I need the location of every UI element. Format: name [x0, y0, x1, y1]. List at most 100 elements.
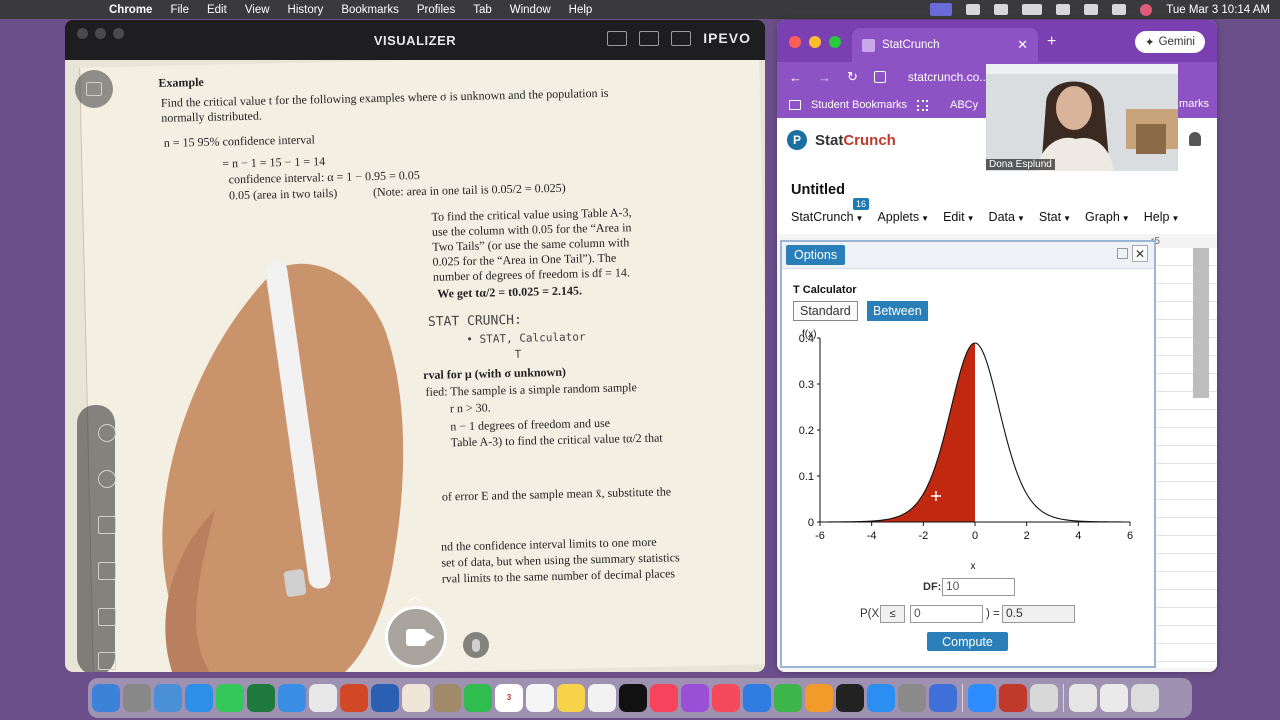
menu-profiles[interactable]: Profiles	[408, 4, 464, 16]
zoom-window-icon[interactable]	[113, 28, 124, 39]
photos-icon[interactable]	[402, 684, 430, 712]
excel-icon[interactable]	[247, 684, 275, 712]
address-bar[interactable]: statcrunch.co...	[908, 70, 989, 84]
menu-history[interactable]: History	[279, 4, 333, 16]
record-video-button[interactable]	[385, 606, 447, 668]
screen-share-icon[interactable]	[930, 3, 953, 16]
zoom-icon[interactable]	[91, 417, 123, 449]
menu-data[interactable]: Data ▼	[989, 210, 1025, 224]
trash-icon[interactable]	[1131, 684, 1159, 712]
news-icon[interactable]	[712, 684, 740, 712]
rotate-icon[interactable]	[91, 463, 123, 495]
app-store-icon[interactable]	[867, 684, 895, 712]
perspective-icon[interactable]	[91, 509, 123, 541]
inequality-select[interactable]: ≤	[880, 605, 905, 623]
siri-icon[interactable]	[1140, 3, 1153, 16]
menu-edit[interactable]: Edit	[198, 4, 236, 16]
menu-bookmarks[interactable]: Bookmarks	[332, 4, 408, 16]
menu-view[interactable]: View	[236, 4, 279, 16]
menu-file[interactable]: File	[161, 4, 198, 16]
all-bookmarks[interactable]: marks	[1179, 98, 1209, 110]
probability-result[interactable]: 0.5	[1002, 605, 1075, 623]
battery-icon[interactable]	[1022, 4, 1043, 15]
apps-grid-icon[interactable]	[917, 99, 928, 111]
visualizer-menu-button[interactable]	[75, 70, 113, 108]
chevron-up-icon[interactable]: ︿	[395, 586, 435, 606]
add-window-icon[interactable]	[639, 30, 660, 46]
zoom-icon[interactable]	[968, 684, 996, 712]
site-info-icon[interactable]	[873, 71, 886, 83]
launchpad-icon[interactable]	[123, 684, 151, 712]
tab-between[interactable]: Between	[867, 301, 928, 321]
app-icon[interactable]	[154, 684, 182, 712]
chrome-icon[interactable]	[309, 684, 337, 712]
safari-icon[interactable]	[185, 684, 213, 712]
keynote-icon[interactable]	[743, 684, 771, 712]
df-input[interactable]: 10	[942, 578, 1015, 596]
wifi-icon[interactable]	[1056, 4, 1071, 15]
facetime-icon[interactable]	[464, 684, 492, 712]
preview-icon[interactable]	[1030, 684, 1058, 712]
menu-stat[interactable]: Stat ▼	[1039, 210, 1071, 224]
bookmark-abcy[interactable]: ABCy	[950, 99, 978, 111]
downloads-icon[interactable]	[1069, 684, 1097, 712]
forward-icon[interactable]: →	[818, 70, 831, 85]
word-icon[interactable]	[371, 684, 399, 712]
reload-icon[interactable]: ↻	[847, 69, 858, 85]
close-window-icon[interactable]	[789, 36, 801, 48]
menu-help[interactable]: Help	[560, 4, 602, 16]
menu-applets[interactable]: Applets ▼	[877, 210, 929, 224]
gemini-button[interactable]: ✦ Gemini	[1134, 31, 1205, 53]
window-icon[interactable]	[966, 4, 981, 15]
apple-tv-icon[interactable]	[619, 684, 647, 712]
reminders-icon[interactable]	[526, 684, 554, 712]
menubar-datetime[interactable]: Tue Mar 3 10:14 AM	[1166, 4, 1270, 16]
perplexity-icon[interactable]	[836, 684, 864, 712]
user-icon[interactable]	[1189, 132, 1201, 146]
spreadsheet-scrollbar[interactable]	[1193, 248, 1209, 398]
minimize-window-icon[interactable]	[95, 28, 106, 39]
menu-graph[interactable]: Graph ▼	[1085, 210, 1130, 224]
numbers-icon[interactable]	[774, 684, 802, 712]
zoom-window-icon[interactable]	[829, 36, 841, 48]
menu-tab[interactable]: Tab	[464, 4, 501, 16]
close-dialog-button[interactable]: ✕	[1132, 245, 1148, 262]
close-window-icon[interactable]	[77, 28, 88, 39]
resize-icon[interactable]	[1117, 248, 1128, 259]
back-icon[interactable]: ←	[789, 70, 802, 85]
flip-vertical-icon[interactable]	[91, 555, 123, 587]
minimize-window-icon[interactable]	[809, 36, 821, 48]
window-thumbnail-icon[interactable]	[1100, 684, 1128, 712]
powerpoint-icon[interactable]	[340, 684, 368, 712]
tab-statcrunch[interactable]: StatCrunch ✕	[852, 28, 1038, 62]
menu-app-name[interactable]: Chrome	[100, 4, 161, 16]
app-status-icon[interactable]	[994, 4, 1009, 15]
bookmark-student[interactable]: Student Bookmarks	[811, 99, 907, 111]
calendar-icon[interactable]: 3	[495, 684, 523, 712]
compute-button[interactable]: Compute	[927, 632, 1008, 651]
podcasts-icon[interactable]	[681, 684, 709, 712]
microphone-button[interactable]	[463, 632, 489, 658]
pages-icon[interactable]	[805, 684, 833, 712]
app-icon-2[interactable]	[929, 684, 957, 712]
notes-icon[interactable]	[557, 684, 585, 712]
mail-icon[interactable]	[278, 684, 306, 712]
x-value-input[interactable]: 0	[910, 605, 983, 623]
document-title[interactable]: Untitled	[791, 182, 845, 198]
close-tab-icon[interactable]: ✕	[1017, 37, 1028, 53]
flip-horizontal-icon[interactable]	[91, 601, 123, 633]
options-button[interactable]: Options	[786, 245, 846, 265]
contacts-icon[interactable]	[433, 684, 461, 712]
tab-standard[interactable]: Standard	[793, 301, 858, 321]
search-icon[interactable]	[1084, 4, 1099, 15]
crop-icon[interactable]	[91, 645, 123, 672]
music-icon[interactable]	[650, 684, 678, 712]
system-settings-icon[interactable]	[898, 684, 926, 712]
menu-window[interactable]: Window	[501, 4, 560, 16]
picture-in-picture-icon[interactable]	[607, 30, 628, 46]
control-center-icon[interactable]	[1112, 4, 1127, 15]
menu-edit[interactable]: Edit ▼	[943, 210, 974, 224]
menu-help[interactable]: Help ▼	[1144, 210, 1180, 224]
settings-icon[interactable]	[671, 30, 692, 46]
dictionary-icon[interactable]	[999, 684, 1027, 712]
